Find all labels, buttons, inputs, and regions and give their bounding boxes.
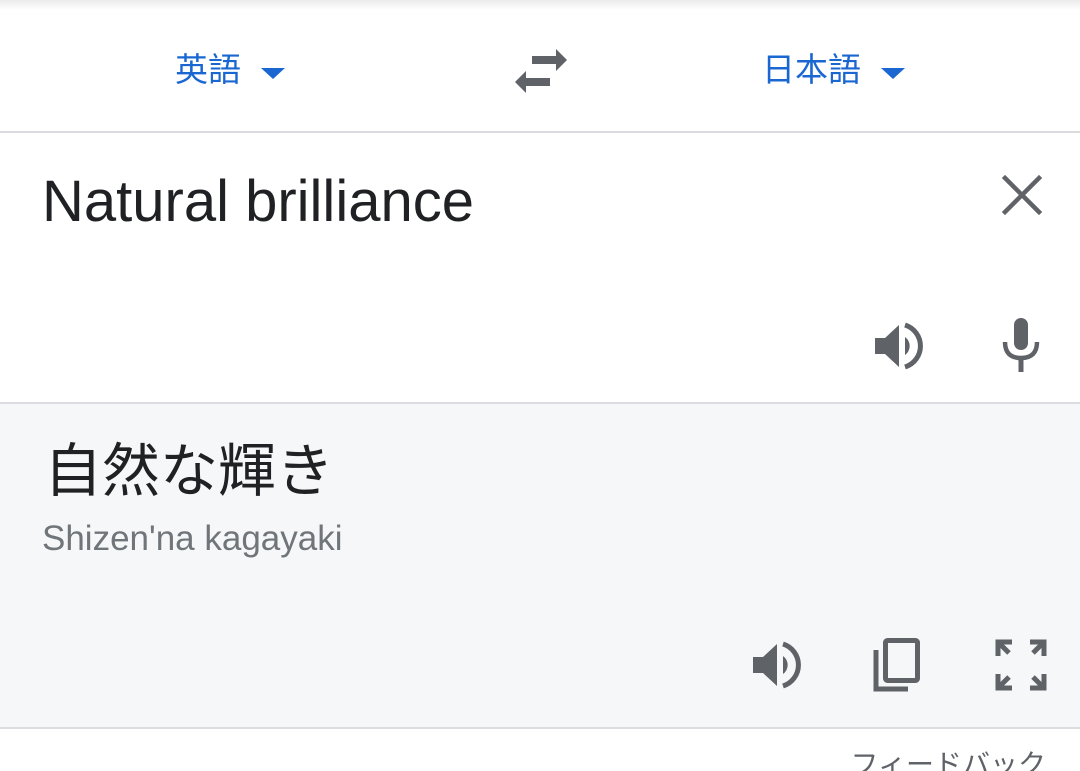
source-language-selector[interactable]: 英語 [175,48,285,92]
translation-panel: 自然な輝き Shizen'na kagayaki [0,402,1080,729]
close-icon [1001,174,1043,216]
translation-listen-button[interactable] [746,634,808,696]
swap-arrows-icon [515,49,567,93]
fullscreen-button[interactable] [990,634,1052,696]
caret-down-icon [261,67,285,79]
source-listen-button[interactable] [868,315,930,377]
target-language-label: 日本語 [762,50,861,89]
romanization-text: Shizen'na kagayaki [42,519,343,558]
copy-translation-button[interactable] [866,634,928,696]
feedback-link[interactable]: フィードバック [851,748,1046,771]
source-panel: Natural brilliance [0,133,1080,402]
top-shadow [0,0,1080,10]
translation-text: 自然な輝き [44,437,335,505]
speaker-icon [875,322,923,370]
translate-screen: 英語 日本語 Natural brilliance 自然な輝き Shizen'n… [0,0,1080,771]
speaker-icon [753,641,801,689]
clear-text-button[interactable] [994,167,1050,223]
copy-icon [873,638,920,692]
target-language-selector[interactable]: 日本語 [762,48,905,92]
caret-down-icon [881,67,905,79]
source-language-label: 英語 [175,50,241,89]
language-bar: 英語 日本語 [0,10,1080,133]
voice-input-button[interactable] [990,311,1052,379]
swap-languages-button[interactable] [510,46,572,96]
source-text-input[interactable]: Natural brilliance [42,167,942,237]
microphone-icon [1002,318,1040,372]
fullscreen-icon [995,639,1047,691]
